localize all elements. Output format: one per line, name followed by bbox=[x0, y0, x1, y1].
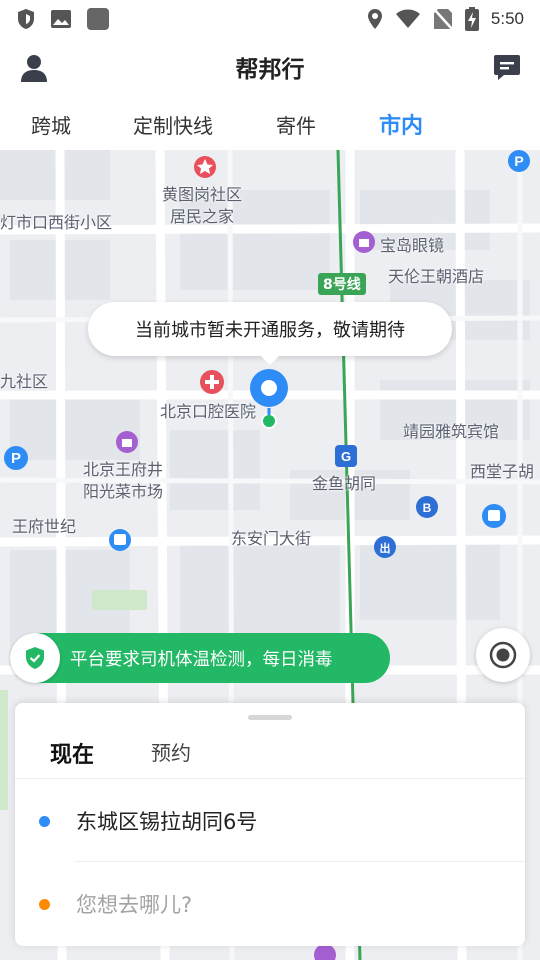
svg-text:P: P bbox=[11, 450, 21, 467]
trip-card: 现在 预约 东城区锡拉胡同6号 您想去哪儿? bbox=[15, 703, 525, 946]
map-label: 九社区 bbox=[0, 372, 49, 391]
app-title: 帮邦行 bbox=[235, 57, 305, 83]
no-sim-icon bbox=[432, 8, 453, 30]
safety-notice-banner: 平台要求司机体温检测，每日消毒 bbox=[10, 633, 390, 683]
tab-custom-express[interactable]: 定制快线 bbox=[133, 110, 213, 139]
tab-parcel[interactable]: 寄件 bbox=[276, 110, 316, 139]
locate-icon bbox=[489, 641, 517, 669]
map-label: 宝岛眼镜 bbox=[380, 236, 445, 255]
message-icon[interactable] bbox=[492, 52, 522, 82]
image-icon bbox=[51, 10, 71, 28]
destination-field[interactable]: 您想去哪儿? bbox=[15, 864, 525, 944]
mode-reserve-tab[interactable]: 预约 bbox=[151, 737, 191, 766]
svg-text:B: B bbox=[423, 501, 432, 515]
svg-text:P: P bbox=[514, 153, 523, 169]
svg-text:G: G bbox=[341, 449, 351, 464]
wifi-icon bbox=[395, 9, 420, 28]
destination-placeholder: 您想去哪儿? bbox=[76, 893, 193, 917]
map-label: 居民之家 bbox=[170, 207, 235, 226]
status-bar: 5:50 bbox=[0, 0, 540, 38]
divider bbox=[75, 861, 525, 862]
map-label: 北京王府井 bbox=[83, 460, 164, 479]
pickup-field[interactable]: 东城区锡拉胡同6号 bbox=[15, 781, 525, 861]
service-tabs: 跨城 定制快线 寄件 市内 bbox=[0, 96, 540, 150]
map-label: 黄图岗社区 bbox=[162, 185, 243, 204]
pickup-address: 东城区锡拉胡同6号 bbox=[76, 810, 258, 834]
map-label: 西堂子胡 bbox=[470, 462, 535, 481]
tab-in-city[interactable]: 市内 bbox=[379, 108, 423, 140]
shield-check-icon bbox=[10, 633, 60, 683]
mode-now-tab[interactable]: 现在 bbox=[50, 737, 94, 769]
location-icon bbox=[367, 9, 382, 29]
battery-charging-icon bbox=[464, 7, 479, 31]
drag-handle[interactable] bbox=[248, 715, 292, 720]
avatar-icon[interactable] bbox=[18, 52, 50, 84]
destination-dot bbox=[39, 898, 50, 910]
map-label: 东安门大街 bbox=[231, 529, 312, 548]
map-label: 天伦王朝酒店 bbox=[388, 267, 485, 286]
tab-intercity[interactable]: 跨城 bbox=[31, 110, 71, 139]
map-label: 阳光菜市场 bbox=[83, 482, 164, 501]
divider bbox=[15, 778, 525, 779]
map-label: 金鱼胡同 bbox=[312, 474, 377, 493]
metro-line-badge: 8号线 bbox=[318, 273, 366, 295]
map-label: 灯市口西街小区 bbox=[0, 213, 113, 232]
map-label: 北京口腔医院 bbox=[160, 402, 257, 421]
status-time: 5:50 bbox=[490, 9, 524, 28]
app-icon bbox=[87, 8, 109, 30]
map-label: 靖园雅筑宾馆 bbox=[403, 422, 500, 441]
bubble-text: 当前城市暂未开通服务，敬请期待 bbox=[135, 320, 405, 341]
locate-button[interactable] bbox=[476, 628, 530, 682]
service-unavailable-bubble: 当前城市暂未开通服务，敬请期待 bbox=[88, 302, 452, 365]
map-label: 王府世纪 bbox=[12, 517, 77, 536]
shield-icon bbox=[18, 9, 34, 29]
svg-text:出: 出 bbox=[380, 541, 391, 555]
safety-notice-text: 平台要求司机体温检测，每日消毒 bbox=[70, 649, 333, 670]
pickup-dot bbox=[39, 815, 50, 827]
app-header: 帮邦行 bbox=[0, 38, 540, 96]
